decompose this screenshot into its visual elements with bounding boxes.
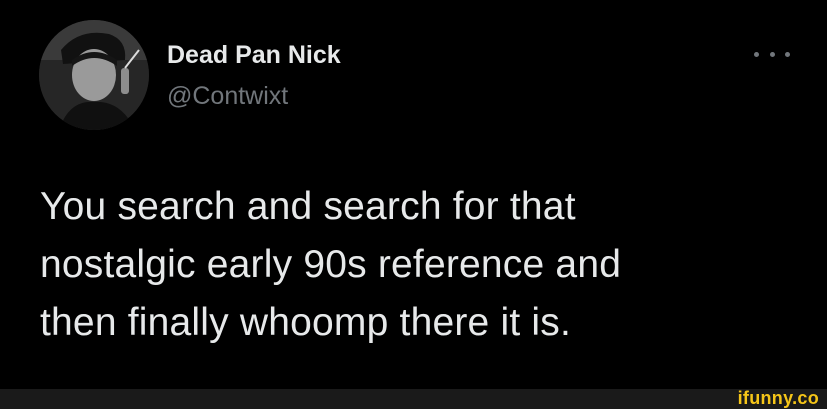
more-dot xyxy=(769,51,775,57)
avatar[interactable] xyxy=(39,20,149,130)
more-dot xyxy=(785,51,790,57)
tweet-card: Dead Pan Nick @Contwixt You search and s… xyxy=(0,0,827,389)
ifunny-watermark: ifunny.co xyxy=(737,388,819,408)
tweet-text: You search and search for that nostalgic… xyxy=(40,178,800,352)
tweet-text-line: You search and search for that xyxy=(40,185,576,228)
author-display-name[interactable]: Dead Pan Nick xyxy=(167,40,341,70)
avatar-photo xyxy=(39,20,149,130)
tweet-text-line: nostalgic early 90s reference and xyxy=(40,243,622,286)
tweet-text-line: then finally whoomp there it is. xyxy=(40,301,571,344)
more-dot xyxy=(754,51,759,57)
watermark-bar: ifunny.co xyxy=(0,388,827,409)
more-options-icon[interactable] xyxy=(754,42,790,66)
author-handle[interactable]: @Contwixt xyxy=(167,81,288,111)
